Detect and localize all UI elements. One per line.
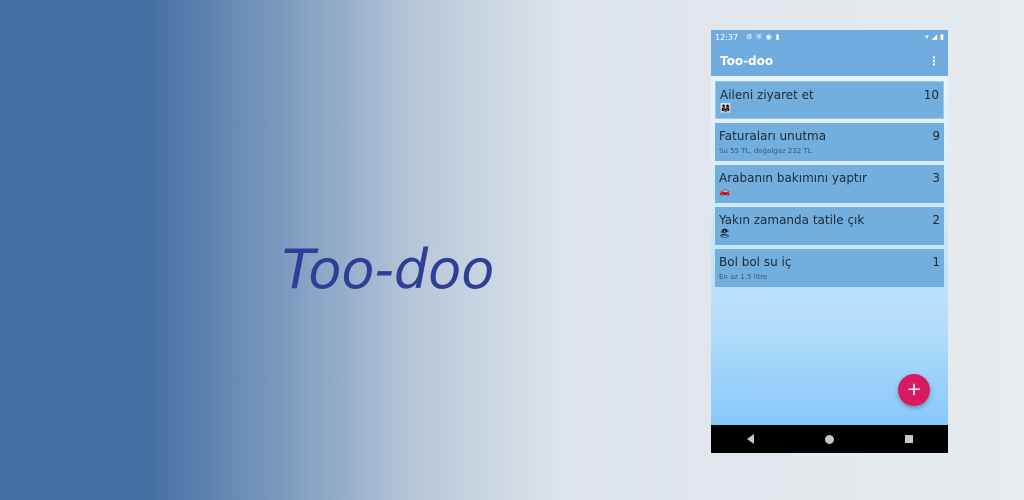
- task-title: Arabanın bakımını yaptır: [719, 171, 867, 185]
- task-title: Faturaları unutma: [719, 129, 827, 143]
- navigation-bar: [711, 425, 948, 453]
- battery-icon: ▮: [940, 33, 944, 41]
- sd-card-icon: ▮: [775, 33, 780, 41]
- app-bar: Too-doo ⋮: [711, 45, 948, 76]
- promo-title: Too-doo: [282, 238, 495, 301]
- task-list: Aileni ziyaret et 10 👨‍👩‍👧 Faturaları un…: [715, 81, 944, 291]
- recents-icon: [904, 435, 913, 443]
- family-icon: 👨‍👩‍👧: [720, 104, 732, 114]
- home-icon: [825, 434, 834, 444]
- task-item[interactable]: Bol bol su iç 1 En az 1.5 litre: [715, 249, 944, 287]
- task-note: En az 1.5 litre: [719, 273, 768, 281]
- task-priority: 3: [932, 171, 940, 185]
- car-icon: 🚗: [719, 187, 731, 197]
- task-note: Su 55 TL, doğalgaz 232 TL: [719, 147, 812, 155]
- beach-icon: 🏖: [719, 229, 731, 239]
- task-priority: 1: [932, 255, 940, 269]
- home-button[interactable]: [815, 429, 845, 449]
- add-task-button[interactable]: +: [898, 374, 930, 406]
- signal-icon: ◢: [931, 33, 938, 41]
- task-priority: 10: [923, 88, 939, 102]
- back-button[interactable]: [736, 429, 766, 449]
- task-title: Aileni ziyaret et: [720, 88, 814, 102]
- status-time: 12:37: [715, 33, 739, 42]
- phone-screen: 12:37 ⚙ ⛨ ◉ ▮ ▾ ◢ ▮ Too-doo ⋮ Aileni ziy…: [711, 30, 948, 453]
- task-title: Bol bol su iç: [719, 255, 792, 269]
- task-item[interactable]: Faturaları unutma 9 Su 55 TL, doğalgaz 2…: [715, 123, 944, 161]
- gear-icon: ⚙: [746, 33, 753, 41]
- more-vert-icon[interactable]: ⋮: [928, 54, 940, 68]
- back-icon: [747, 434, 754, 444]
- task-priority: 2: [932, 213, 940, 227]
- task-title: Yakın zamanda tatile çık: [719, 213, 865, 227]
- task-item[interactable]: Yakın zamanda tatile çık 2 🏖: [715, 207, 944, 245]
- recents-button[interactable]: [894, 429, 924, 449]
- task-item[interactable]: Arabanın bakımını yaptır 3 🚗: [715, 165, 944, 203]
- task-priority: 9: [932, 129, 940, 143]
- at-icon: ◉: [765, 33, 772, 41]
- status-bar: 12:37 ⚙ ⛨ ◉ ▮ ▾ ◢ ▮: [711, 30, 948, 45]
- app-title: Too-doo: [720, 53, 774, 68]
- wifi-icon: ▾: [925, 33, 929, 41]
- shield-icon: ⛨: [756, 33, 762, 41]
- task-item[interactable]: Aileni ziyaret et 10 👨‍👩‍👧: [715, 81, 944, 119]
